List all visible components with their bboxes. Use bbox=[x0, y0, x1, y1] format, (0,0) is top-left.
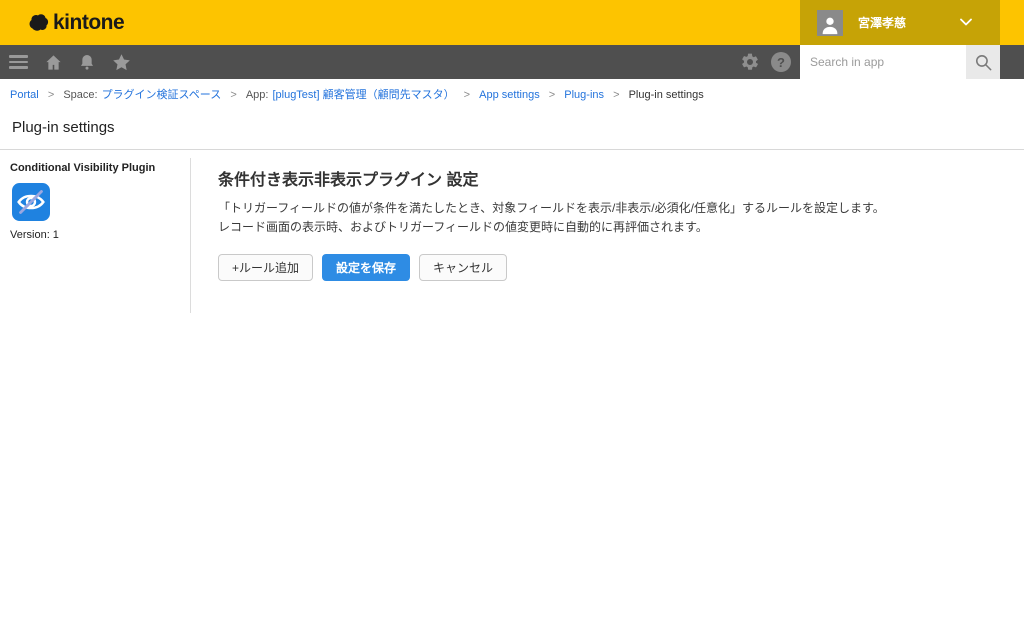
settings-heading: 条件付き表示非表示プラグイン 設定 bbox=[218, 172, 479, 189]
menu-icon[interactable] bbox=[0, 45, 36, 79]
app-search bbox=[800, 45, 1000, 79]
logo-text: kintone bbox=[53, 10, 125, 34]
notifications-bell-icon[interactable] bbox=[70, 45, 104, 79]
plugin-name: Conditional Visibility Plugin bbox=[10, 162, 156, 174]
toolbar: ? bbox=[0, 45, 1024, 79]
breadcrumb-separator: > bbox=[230, 89, 237, 101]
app-header: kintone 宮澤孝慈 bbox=[0, 0, 1024, 45]
breadcrumb-space[interactable]: プラグイン検証スペース bbox=[102, 89, 222, 101]
breadcrumb-app-prefix: App: bbox=[245, 89, 269, 101]
plugin-settings-content: Conditional Visibility Plugin Version: 1… bbox=[0, 150, 1024, 320]
home-icon[interactable] bbox=[36, 45, 70, 79]
user-name: 宮澤孝慈 bbox=[858, 16, 907, 30]
breadcrumb-separator: > bbox=[463, 89, 471, 101]
breadcrumb-separator: > bbox=[47, 89, 55, 101]
settings-description: 「トリガーフィールドの値が条件を満たしたとき、対象フィールドを表示/非表示/必須… bbox=[218, 199, 1024, 237]
cancel-button[interactable]: キャンセル bbox=[419, 254, 508, 281]
settings-description-line1: 「トリガーフィールドの値が条件を満たしたとき、対象フィールドを表示/非表示/必須… bbox=[218, 201, 885, 215]
kintone-logo[interactable]: kintone bbox=[26, 0, 125, 45]
breadcrumb-separator: > bbox=[613, 89, 620, 101]
breadcrumb-portal[interactable]: Portal bbox=[10, 89, 39, 101]
add-rule-button[interactable]: +ルール追加 bbox=[218, 254, 314, 281]
plugin-eye-slash-icon bbox=[12, 183, 50, 221]
plugin-settings-form: 条件付き表示非表示プラグイン 設定 「トリガーフィールドの値が条件を満たしたとき… bbox=[218, 150, 1024, 281]
breadcrumb-app[interactable]: [plugTest] 顧客管理（顧問先マスタ） bbox=[272, 89, 454, 101]
breadcrumb-space-prefix: Space: bbox=[63, 89, 98, 101]
help-icon[interactable]: ? bbox=[766, 45, 796, 79]
search-input[interactable] bbox=[800, 45, 966, 79]
settings-gear-icon[interactable] bbox=[735, 45, 765, 79]
save-settings-button[interactable]: 設定を保存 bbox=[322, 254, 411, 281]
plugin-info-panel: Conditional Visibility Plugin Version: 1 bbox=[0, 150, 190, 241]
person-icon bbox=[822, 17, 838, 34]
chevron-down-icon bbox=[960, 18, 972, 26]
page-title: Plug-in settings bbox=[12, 119, 115, 136]
breadcrumb-plugins[interactable]: Plug-ins bbox=[564, 89, 604, 101]
breadcrumb-separator: > bbox=[548, 89, 556, 101]
breadcrumb-app-settings[interactable]: App settings bbox=[479, 89, 540, 101]
breadcrumb-current: Plug-in settings bbox=[628, 89, 704, 101]
avatar bbox=[817, 9, 843, 36]
plugin-version: Version: 1 bbox=[10, 229, 59, 241]
kintone-cloud-icon bbox=[29, 13, 49, 31]
search-icon bbox=[975, 54, 991, 70]
user-menu[interactable]: 宮澤孝慈 bbox=[800, 0, 1000, 45]
search-button[interactable] bbox=[966, 45, 1000, 79]
settings-description-line2: レコード画面の表示時、およびトリガーフィールドの値変更時に自動的に再評価されます… bbox=[218, 220, 708, 234]
vertical-divider bbox=[190, 158, 191, 313]
button-row: +ルール追加 設定を保存 キャンセル bbox=[218, 254, 1024, 281]
favorites-star-icon[interactable] bbox=[104, 45, 138, 79]
breadcrumb: Portal > Space: プラグイン検証スペース > App: [plugTe… bbox=[0, 79, 1024, 108]
